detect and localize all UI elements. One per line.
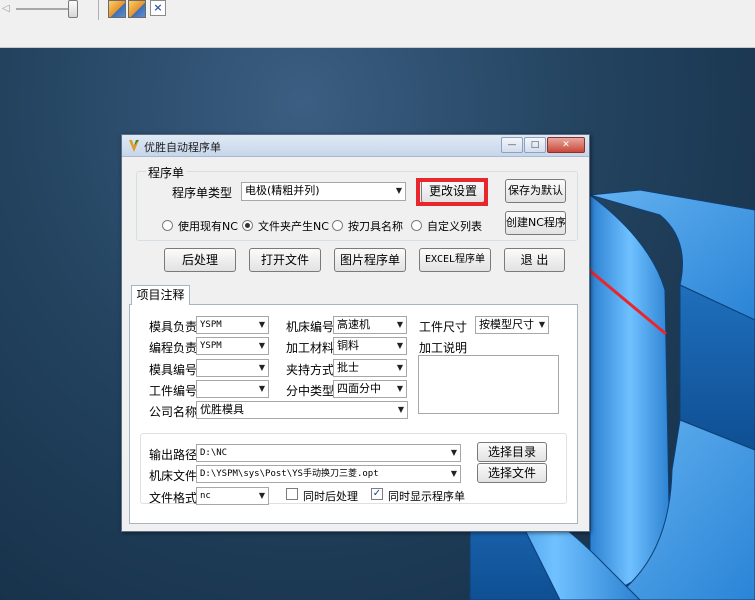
material-select[interactable]: 铜料 ▼	[333, 337, 407, 355]
chevron-down-icon: ▼	[396, 320, 403, 329]
notes-textarea[interactable]	[418, 355, 559, 414]
company-value: 优胜模具	[200, 403, 244, 416]
notes-label: 加工说明	[419, 341, 468, 355]
select-directory-button[interactable]: 选择目录	[477, 442, 547, 462]
radio-by-tool-name[interactable]	[332, 220, 343, 231]
show-sheet-checkbox-label: 同时显示程序单	[388, 490, 465, 503]
file-format-select[interactable]: nc ▼	[196, 487, 269, 505]
part-number-select[interactable]: ▼	[196, 380, 269, 398]
post-process-checkbox-label: 同时后处理	[303, 490, 358, 503]
program-type-select[interactable]: 电极(精粗并列) ▼	[241, 182, 406, 201]
close-icon[interactable]: ×	[150, 0, 166, 16]
file-format-label: 文件格式	[149, 491, 198, 505]
part-size-label: 工件尺寸	[419, 320, 468, 334]
file-format-value: nc	[200, 491, 211, 501]
centering-select[interactable]: 四面分中 ▼	[333, 380, 407, 398]
window-controls: — □ ✕	[500, 137, 585, 153]
excel-program-sheet-button[interactable]: EXCEL程序单	[419, 248, 491, 272]
chevron-down-icon: ▼	[258, 384, 265, 393]
radio-use-existing-nc-label: 使用现有NC	[178, 220, 238, 233]
mold-number-select[interactable]: ▼	[196, 359, 269, 377]
open-file-button[interactable]: 打开文件	[249, 248, 321, 272]
minimize-button[interactable]: —	[501, 137, 523, 153]
program-type-value: 电极(精粗并列)	[245, 184, 320, 197]
chevron-down-icon: ▼	[395, 186, 402, 195]
chevron-down-icon: ▼	[396, 363, 403, 372]
chevron-down-icon: ▼	[450, 469, 457, 478]
chevron-down-icon: ▼	[396, 341, 403, 350]
output-path-select[interactable]: D:\NC ▼	[196, 444, 461, 462]
post-process-checkbox[interactable]	[286, 488, 298, 500]
machine-file-value: D:\YSPM\sys\Post\YS手动换刀三菱.opt	[200, 469, 379, 479]
material-label: 加工材料	[286, 341, 335, 355]
program-type-label: 程序单类型	[172, 186, 233, 200]
radio-use-existing-nc[interactable]	[162, 220, 173, 231]
module-icon-2[interactable]	[128, 0, 146, 18]
machine-number-select[interactable]: 高速机 ▼	[333, 316, 407, 334]
output-path-value: D:\NC	[200, 448, 228, 458]
radio-custom-list[interactable]	[411, 220, 422, 231]
chevron-down-icon: ▼	[397, 405, 404, 414]
program-group-legend: 程序单	[146, 164, 187, 181]
chevron-down-icon: ▼	[396, 384, 403, 393]
close-button[interactable]: ✕	[547, 137, 585, 153]
radio-by-tool-name-label: 按刀具名称	[348, 220, 403, 233]
programmer-select[interactable]: YSPM ▼	[196, 337, 269, 355]
mold-owner-select[interactable]: YSPM ▼	[196, 316, 269, 334]
select-file-button[interactable]: 选择文件	[477, 463, 547, 483]
radio-folder-nc[interactable]	[242, 220, 253, 231]
company-label: 公司名称	[149, 405, 198, 419]
centering-value: 四面分中	[337, 382, 381, 395]
clamping-select[interactable]: 批士 ▼	[333, 359, 407, 377]
exit-button[interactable]: 退 出	[504, 248, 565, 272]
part-size-select[interactable]: 按模型尺寸 ▼	[475, 316, 549, 334]
highlight-box	[416, 178, 488, 206]
part-number-label: 工件编号	[149, 384, 198, 398]
chevron-down-icon: ▼	[450, 448, 457, 457]
dialog-title: 优胜自动程序单	[144, 141, 221, 154]
programmer-value: YSPM	[200, 341, 222, 351]
host-toolbar: ◁ ×	[0, 0, 755, 48]
post-process-button[interactable]: 后处理	[164, 248, 236, 272]
dialog-titlebar[interactable]: 优胜自动程序单 — □ ✕	[122, 135, 589, 157]
radio-folder-nc-label: 文件夹产生NC	[258, 220, 329, 233]
chevron-down-icon: ▼	[258, 341, 265, 350]
tab-project-notes[interactable]: 项目注释	[131, 285, 190, 305]
chevron-down-icon: ▼	[538, 320, 545, 329]
company-select[interactable]: 优胜模具 ▼	[196, 401, 408, 419]
mold-number-label: 模具编号	[149, 363, 198, 377]
clamping-value: 批士	[337, 361, 359, 374]
centering-label: 分中类型	[286, 384, 335, 398]
output-path-label: 输出路径	[149, 448, 198, 462]
machine-number-label: 机床编号	[286, 320, 335, 334]
save-default-button[interactable]: 保存为默认	[505, 179, 566, 203]
create-nc-button[interactable]: 创建NC程序	[505, 211, 566, 235]
image-program-sheet-button[interactable]: 图片程序单	[334, 248, 406, 272]
chevron-down-icon: ▼	[258, 320, 265, 329]
slider-left-arrow-icon[interactable]: ◁	[2, 3, 12, 15]
chevron-down-icon: ▼	[258, 363, 265, 372]
auto-program-sheet-dialog: 优胜自动程序单 — □ ✕ 程序单 程序单类型 电极(精粗并列) ▼ 更改设置 …	[121, 134, 590, 532]
mold-owner-value: YSPM	[200, 320, 222, 330]
chevron-down-icon: ▼	[258, 491, 265, 500]
machine-file-select[interactable]: D:\YSPM\sys\Post\YS手动换刀三菱.opt ▼	[196, 465, 461, 483]
app-logo-icon	[129, 140, 139, 152]
toolbar-separator	[98, 0, 99, 20]
part-size-value: 按模型尺寸	[479, 318, 534, 331]
machine-number-value: 高速机	[337, 318, 370, 331]
show-sheet-checkbox[interactable]: ✓	[371, 488, 383, 500]
zoom-slider-thumb[interactable]	[68, 0, 78, 18]
radio-custom-list-label: 自定义列表	[427, 220, 482, 233]
clamping-label: 夹持方式	[286, 363, 335, 377]
programmer-label: 编程负责	[149, 341, 198, 355]
module-icon[interactable]	[108, 0, 126, 18]
material-value: 铜料	[337, 339, 359, 352]
machine-file-label: 机床文件	[149, 469, 198, 483]
mold-owner-label: 模具负责	[149, 320, 198, 334]
maximize-button[interactable]: □	[524, 137, 546, 153]
